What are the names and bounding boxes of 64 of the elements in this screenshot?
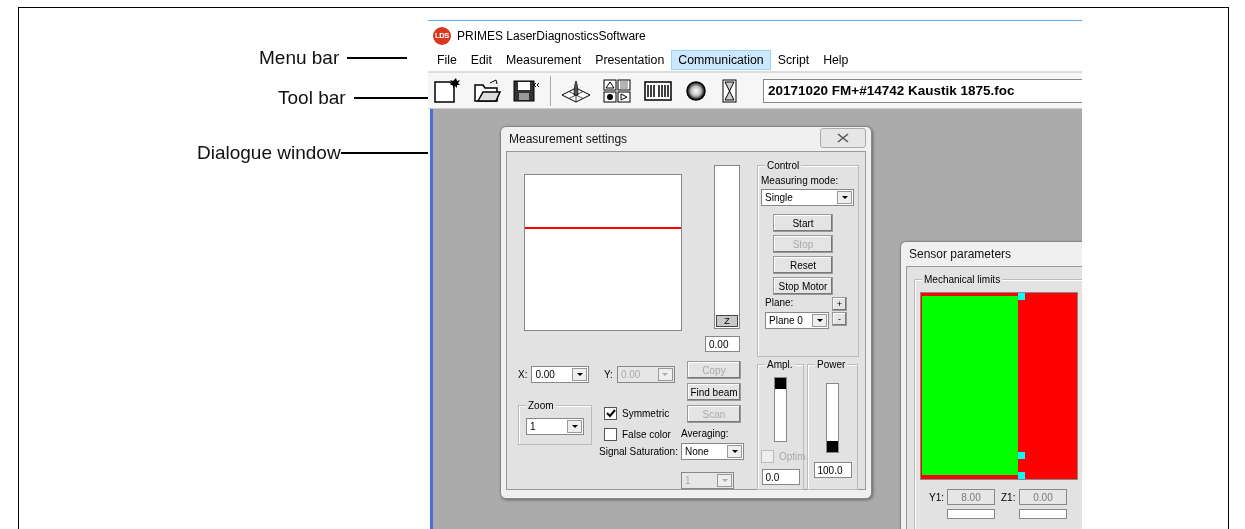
open-folder-icon[interactable] bbox=[472, 76, 502, 105]
new-document-icon[interactable] bbox=[431, 76, 463, 105]
file-name-field[interactable]: 20171020 FM+#14742 Kaustik 1875.foc bbox=[763, 78, 1082, 103]
menu-item[interactable]: Script bbox=[770, 50, 817, 70]
layout-grid-icon[interactable] bbox=[601, 76, 633, 105]
caret-icon bbox=[657, 368, 673, 381]
close-button[interactable] bbox=[820, 128, 866, 148]
menu-item[interactable]: Presentation bbox=[588, 50, 672, 70]
group-label: Control bbox=[765, 160, 802, 171]
close-icon bbox=[837, 133, 849, 143]
caret-icon bbox=[717, 474, 732, 487]
annotation-label: Menu bar bbox=[259, 47, 340, 69]
caret-icon bbox=[812, 314, 827, 327]
button[interactable]: Find beam bbox=[687, 383, 741, 401]
dropdown[interactable]: Plane 0 bbox=[765, 312, 829, 329]
button[interactable]: Reset bbox=[773, 256, 833, 274]
slider-thumb[interactable] bbox=[775, 378, 786, 389]
field-label: Plane: bbox=[765, 297, 795, 308]
menu-item[interactable]: Measurement bbox=[499, 50, 589, 70]
input-field[interactable]: 100.0 bbox=[813, 462, 852, 478]
leader-line bbox=[347, 57, 408, 59]
input-field bbox=[947, 509, 995, 519]
button[interactable]: - bbox=[832, 312, 847, 326]
input-field[interactable]: 0.00 bbox=[705, 336, 740, 352]
checkbox-label: Symmetric bbox=[622, 408, 670, 419]
button[interactable]: Start bbox=[773, 214, 833, 232]
field-label: Y: bbox=[604, 369, 613, 380]
field-label: Averaging: bbox=[681, 428, 730, 439]
input-field[interactable]: 0.0 bbox=[761, 469, 800, 485]
checkbox-label: False color bbox=[622, 429, 671, 440]
dropdown[interactable]: None bbox=[681, 443, 744, 460]
menu-item[interactable]: Help bbox=[816, 50, 856, 70]
caret-icon bbox=[567, 420, 582, 433]
caret-icon bbox=[837, 191, 852, 204]
annotation-label: Tool bar bbox=[278, 87, 346, 109]
checkbox[interactable] bbox=[604, 407, 617, 420]
annotation-label: Dialogue window bbox=[197, 142, 341, 164]
dropdown[interactable]: Single bbox=[761, 189, 854, 206]
window-title: PRIMES LaserDiagnosticsSoftware bbox=[457, 28, 646, 43]
group-label: Power bbox=[815, 359, 848, 370]
menu-item[interactable]: Edit bbox=[463, 50, 500, 70]
dialog-title: Sensor parameters bbox=[909, 247, 1012, 261]
button[interactable]: + bbox=[832, 297, 847, 311]
field-label: Y1: bbox=[929, 491, 941, 503]
group-label: Zoom bbox=[526, 400, 556, 411]
field-label: X: bbox=[518, 369, 528, 380]
group-label: Mechanical limits bbox=[922, 274, 1003, 285]
caret-icon bbox=[727, 445, 742, 458]
menu-item[interactable]: File bbox=[430, 50, 464, 70]
field-label: Measuring mode: bbox=[761, 175, 840, 186]
group-label: Ampl. bbox=[765, 359, 795, 370]
field-label: Z1: bbox=[1001, 491, 1013, 503]
caret-icon bbox=[572, 368, 588, 381]
limits-drawing[interactable] bbox=[920, 292, 1078, 480]
field-label: Signal Saturation: bbox=[599, 446, 679, 457]
z-label: Z bbox=[716, 315, 738, 327]
dropdown[interactable]: 1 bbox=[526, 418, 584, 435]
slider-thumb[interactable] bbox=[827, 441, 838, 452]
button[interactable]: Stop Motor bbox=[773, 277, 833, 295]
dropdown[interactable]: 0.00 bbox=[531, 366, 590, 383]
menu-item[interactable]: Communication bbox=[671, 50, 771, 70]
input-field bbox=[1019, 509, 1067, 519]
checkbox[interactable] bbox=[604, 428, 617, 441]
dialog-title: Measurement settings bbox=[509, 132, 628, 146]
